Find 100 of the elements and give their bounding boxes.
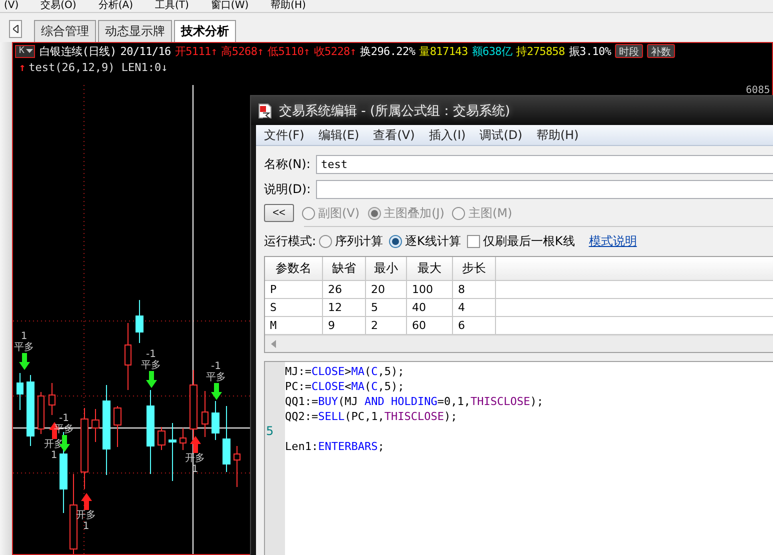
line-number: 5 bbox=[266, 424, 274, 438]
table-cell: 40 bbox=[406, 298, 452, 316]
candlestick bbox=[180, 428, 186, 450]
tab-scroll-button[interactable] bbox=[9, 20, 22, 38]
menu-item[interactable]: 编辑(E) bbox=[318, 126, 360, 144]
menu-item[interactable]: 调试(D) bbox=[480, 126, 522, 144]
menu-item[interactable]: 插入(I) bbox=[428, 126, 466, 144]
up-arrow-icon bbox=[190, 436, 200, 453]
quote-field: 振3.10% bbox=[568, 44, 612, 58]
down-arrow-icon bbox=[146, 371, 156, 388]
candlestick bbox=[234, 446, 240, 488]
signal-label: 平多 bbox=[206, 372, 226, 383]
candlestick bbox=[222, 406, 230, 472]
quote-field: 20/11/16 bbox=[120, 44, 171, 58]
table-cell: P bbox=[265, 280, 322, 298]
code-editor[interactable]: 5 MJ:=CLOSE>MA(C,5); PC:=CLOSE<MA(C,5); QQ1:=BUY(MJ AND HOLDING=0,1,THISCLOSE); QQ2:=SELL(PC,1,THISCLOSE); Len1:ENTERBARS; bbox=[264, 361, 773, 555]
radio-circle[interactable] bbox=[319, 234, 332, 248]
column-header[interactable]: 最大 bbox=[406, 257, 452, 280]
signal-value: 1 bbox=[20, 331, 28, 342]
quote-field: 量817143 bbox=[419, 44, 468, 58]
quote-field: 换296.22% bbox=[360, 44, 416, 58]
window-title: 交易系统编辑 - (所属公式组：交易系统) bbox=[279, 102, 510, 120]
code-line: PC:=CLOSE<MA(C,5); bbox=[285, 380, 404, 393]
indicator-label: test(26,12,9) LEN1:0↓ bbox=[28, 60, 168, 74]
menu-item[interactable]: 帮助(H) bbox=[270, 0, 306, 12]
horizontal-scrollbar[interactable] bbox=[265, 335, 773, 352]
candlestick bbox=[124, 322, 132, 390]
quote-field: 收5228↑ bbox=[314, 44, 356, 58]
period-button[interactable]: K bbox=[15, 44, 36, 58]
table-cell: 4 bbox=[452, 298, 496, 316]
left-arrow-icon[interactable] bbox=[271, 340, 276, 348]
signal-value: -1 bbox=[146, 349, 156, 360]
candlestick bbox=[202, 390, 208, 438]
run-mode-radio[interactable]: 逐K线计算 bbox=[389, 232, 461, 250]
table-cell: 12 bbox=[322, 298, 366, 316]
down-arrow-icon bbox=[18, 353, 30, 370]
run-mode-radio[interactable]: 序列计算 bbox=[319, 232, 384, 250]
signal-label: 平多 bbox=[141, 360, 161, 371]
menu-item[interactable]: 查看(V) bbox=[373, 126, 415, 144]
quote-field: 低5110↑ bbox=[268, 44, 310, 58]
candlestick bbox=[158, 426, 166, 450]
field-label: 说明(D): bbox=[264, 181, 312, 198]
run-mode-label: 运行模式: bbox=[264, 232, 316, 250]
candlestick bbox=[136, 300, 144, 344]
radio-circle[interactable] bbox=[389, 234, 402, 248]
field-label: 名称(N): bbox=[264, 156, 312, 173]
column-header[interactable]: 最小 bbox=[366, 257, 406, 280]
quote-field: 额638亿 bbox=[472, 44, 512, 58]
candlestick bbox=[92, 408, 100, 442]
tab[interactable]: 技术分析 bbox=[174, 20, 236, 42]
column-header[interactable]: 缺省 bbox=[322, 257, 366, 280]
left-arrow-icon bbox=[12, 25, 18, 33]
signal-value: 1 bbox=[82, 521, 90, 532]
quote-field: 持275858 bbox=[516, 44, 565, 58]
code-line: QQ1:=BUY(MJ AND HOLDING=0,1,THISCLOSE); bbox=[285, 395, 544, 408]
menu-item[interactable]: (V) bbox=[4, 0, 19, 12]
candlestick bbox=[48, 382, 56, 416]
collapse-button[interactable]: << bbox=[264, 204, 294, 222]
price-label: 6085 bbox=[746, 85, 770, 96]
table-cell: S bbox=[265, 298, 322, 316]
caret-icon bbox=[26, 48, 34, 54]
signal-value: 1 bbox=[50, 450, 58, 461]
name-field[interactable]: test bbox=[316, 155, 773, 174]
table-cell: 20 bbox=[366, 280, 406, 298]
column-header[interactable]: 步长 bbox=[452, 257, 496, 280]
signal-value: -1 bbox=[59, 413, 69, 424]
menu-item[interactable]: 分析(A) bbox=[98, 0, 133, 12]
tab[interactable]: 综合管理 bbox=[34, 20, 96, 42]
tab[interactable]: 动态显示牌 bbox=[98, 20, 172, 42]
table-cell: 5 bbox=[366, 298, 406, 316]
quote-field: 开5111↑ bbox=[174, 44, 218, 58]
code-line: QQ2:=SELL(PC,1,THISCLOSE); bbox=[285, 410, 458, 423]
candlestick bbox=[16, 372, 24, 410]
menu-item[interactable]: 文件(F) bbox=[264, 126, 304, 144]
quote-field: 白银连续(日线) bbox=[39, 44, 116, 58]
quote-field: 高5268↑ bbox=[221, 44, 264, 58]
candlestick bbox=[114, 406, 122, 448]
chart-button[interactable]: 补数 bbox=[647, 44, 676, 58]
menu-item[interactable]: 工具(T) bbox=[155, 0, 189, 12]
code-line: Len1:ENTERBARS; bbox=[285, 440, 384, 453]
mode-help-link[interactable]: 模式说明 bbox=[588, 232, 637, 250]
description-field[interactable] bbox=[316, 180, 773, 199]
document-icon bbox=[257, 102, 273, 118]
candlestick bbox=[38, 392, 44, 434]
candlestick bbox=[26, 374, 34, 446]
signal-label: 平多 bbox=[14, 342, 34, 353]
code-line: MJ:=CLOSE>MA(C,5); bbox=[285, 365, 404, 378]
refresh-last-checkbox[interactable]: 仅刷最后一根K线 bbox=[466, 232, 575, 250]
down-arrow-icon bbox=[210, 383, 222, 400]
chart-button[interactable]: 时段 bbox=[615, 44, 644, 58]
table-cell: 100 bbox=[406, 280, 452, 298]
menu-item[interactable]: 帮助(H) bbox=[536, 126, 579, 144]
up-arrow-icon bbox=[80, 493, 92, 510]
table-cell: 8 bbox=[452, 280, 496, 298]
candlestick bbox=[212, 400, 220, 440]
column-header[interactable]: 参数名 bbox=[265, 257, 322, 280]
candlestick bbox=[168, 422, 176, 482]
up-arrow-marker: ↑ bbox=[19, 60, 26, 74]
signal-value: -1 bbox=[211, 361, 221, 372]
table-cell: 26 bbox=[322, 280, 366, 298]
